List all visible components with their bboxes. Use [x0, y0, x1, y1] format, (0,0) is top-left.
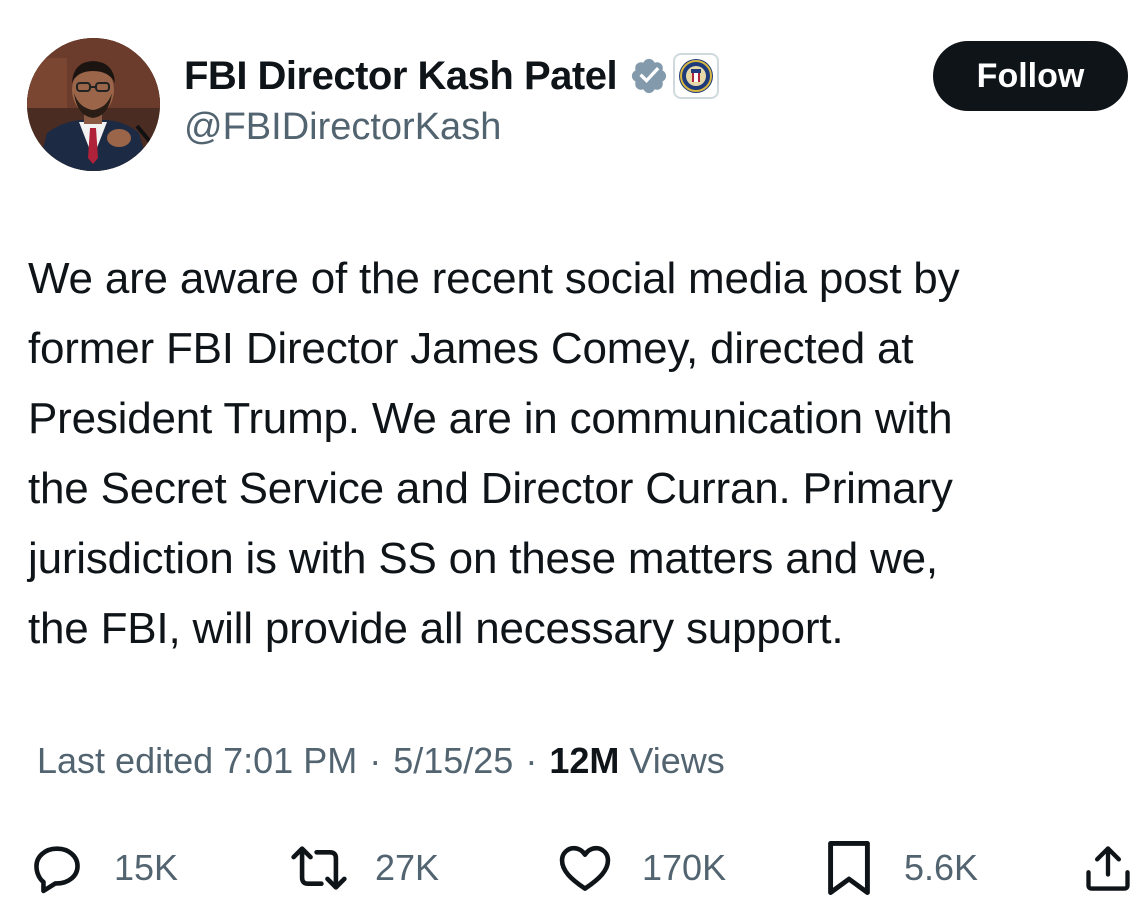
- post-text: We are aware of the recent social media …: [28, 244, 1128, 664]
- bookmark-icon: [822, 838, 876, 898]
- like-count: 170K: [642, 847, 727, 888]
- like-icon: [556, 839, 614, 897]
- share-button[interactable]: [1082, 838, 1134, 898]
- repost-count: 27K: [375, 847, 440, 888]
- follow-button[interactable]: Follow: [933, 41, 1128, 111]
- post-text-line: jurisdiction is with SS on these matters…: [28, 534, 938, 583]
- reply-icon: [28, 839, 86, 897]
- reply-count: 15K: [114, 847, 179, 888]
- meta-separator: ·: [525, 740, 538, 781]
- repost-icon: [287, 839, 351, 897]
- post-text-line: We are aware of the recent social media …: [28, 254, 960, 303]
- post-text-line: the Secret Service and Director Curran. …: [28, 464, 953, 513]
- fbi-seal-icon[interactable]: [673, 53, 720, 99]
- avatar[interactable]: [27, 38, 160, 171]
- post-date[interactable]: 5/15/25: [393, 740, 513, 782]
- post-text-line: former FBI Director James Comey, directe…: [28, 324, 914, 373]
- views-count[interactable]: 12M: [549, 740, 619, 782]
- bookmark-count: 5.6K: [904, 847, 979, 888]
- share-icon: [1082, 840, 1134, 896]
- meta-separator: ·: [369, 740, 382, 781]
- post-meta: Last edited 7:01 PM · 5/15/25 · 12M View…: [37, 740, 725, 782]
- verified-badge-icon[interactable]: [629, 56, 669, 96]
- author-display-name[interactable]: FBI Director Kash Patel: [184, 54, 618, 99]
- author-name-row: FBI Director Kash Patel: [184, 50, 720, 102]
- views-label: Views: [629, 740, 725, 781]
- post-text-line: President Trump. We are in communication…: [28, 394, 953, 443]
- edited-timestamp[interactable]: Last edited 7:01 PM: [37, 740, 357, 782]
- like-button[interactable]: 170K: [556, 838, 726, 898]
- tweet-card: FBI Director Kash Patel @FBIDirectorKash…: [0, 0, 1138, 922]
- bookmark-button[interactable]: 5.6K: [822, 838, 978, 898]
- repost-button[interactable]: 27K: [287, 838, 439, 898]
- post-text-line: the FBI, will provide all necessary supp…: [28, 604, 844, 653]
- author-handle[interactable]: @FBIDirectorKash: [184, 106, 501, 149]
- reply-button[interactable]: 15K: [28, 838, 178, 898]
